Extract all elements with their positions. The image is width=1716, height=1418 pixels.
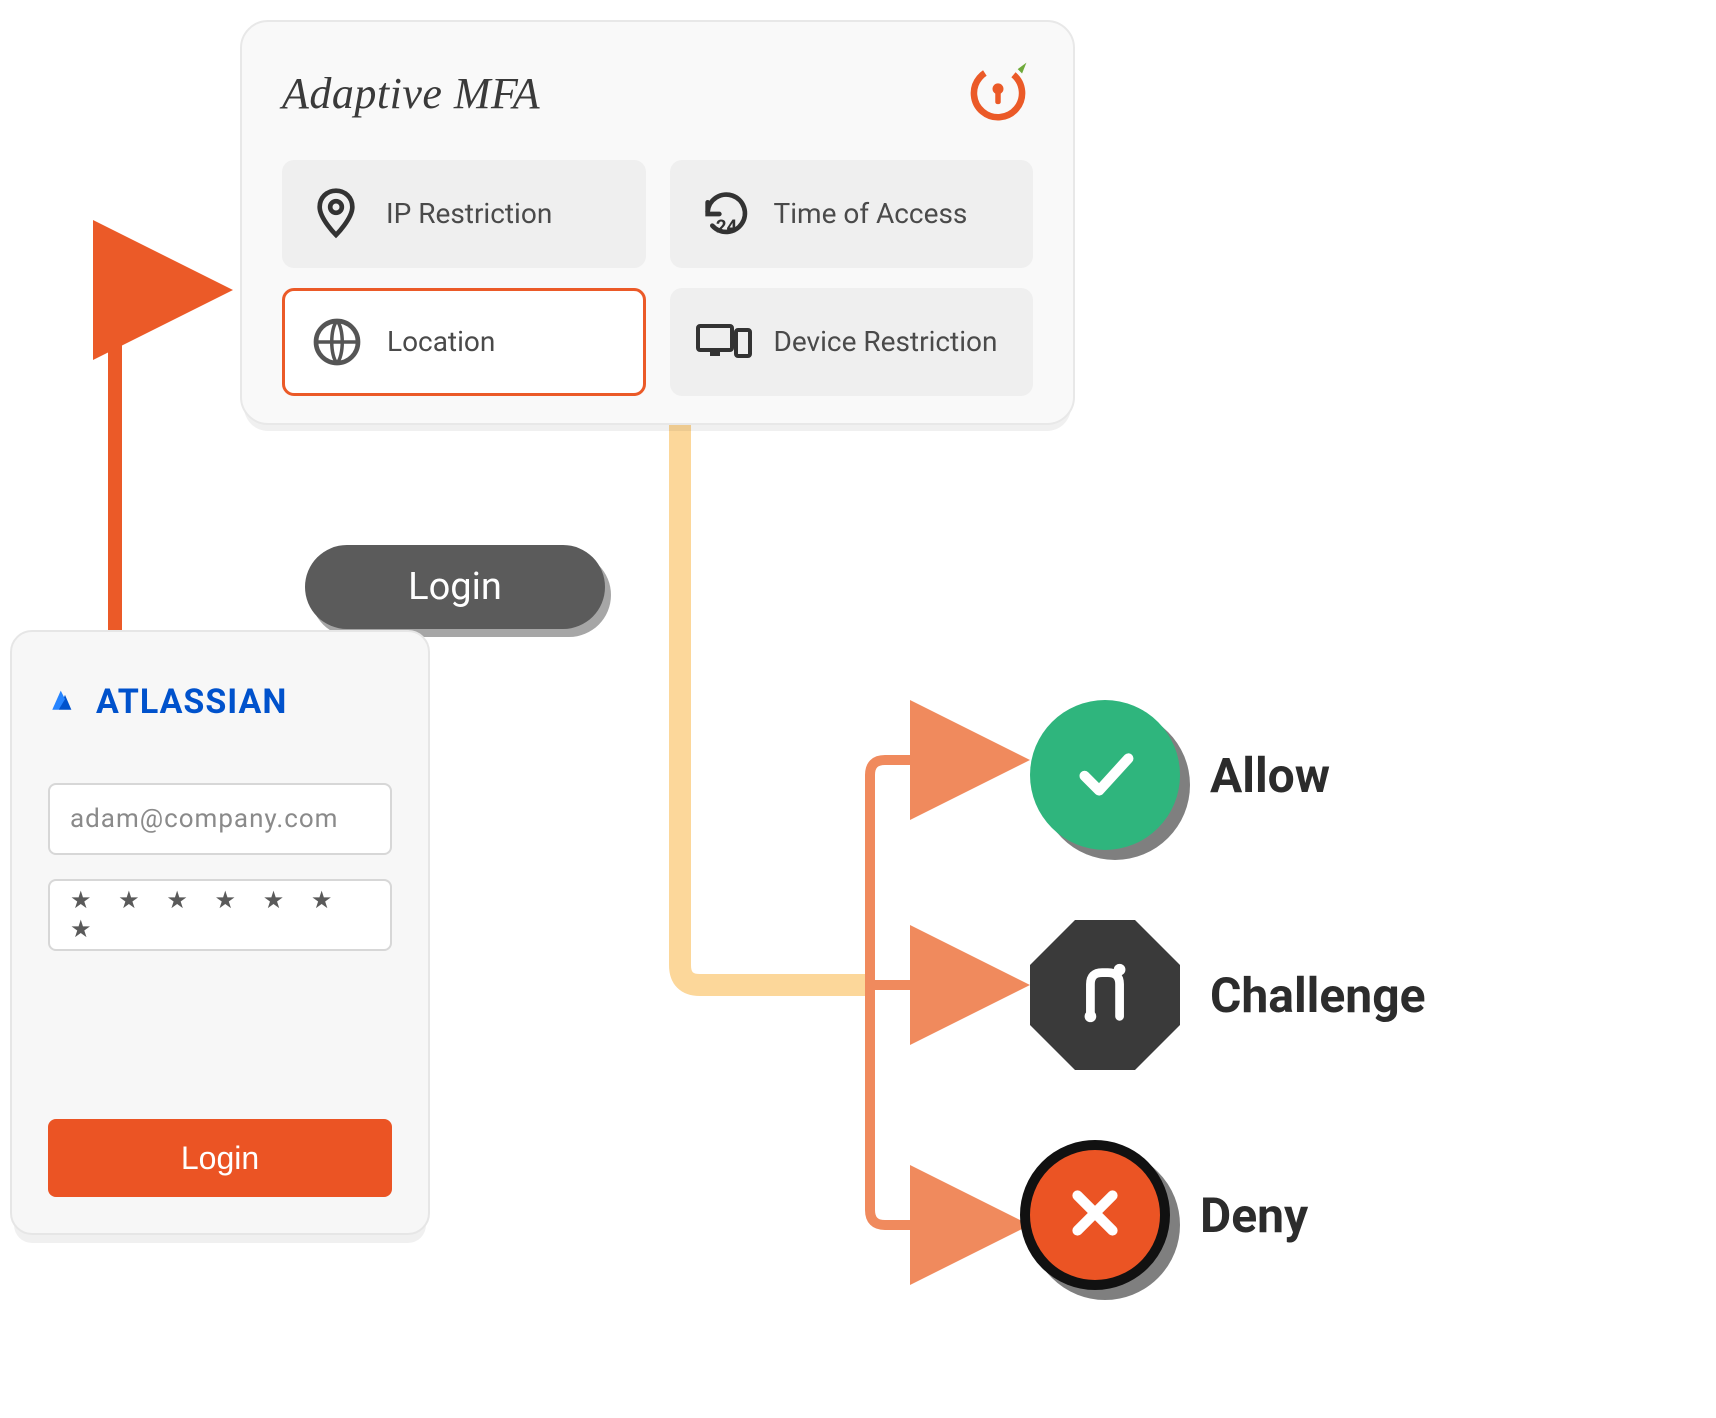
allow-badge	[1030, 700, 1180, 850]
globe-icon	[309, 314, 365, 370]
brand-name: ATLASSIAN	[96, 682, 287, 722]
mfa-chip-location[interactable]: Location	[282, 288, 646, 396]
mfa-chip-time-of-access[interactable]: 24 Time of Access	[670, 160, 1034, 268]
mfa-chip-label: IP Restriction	[386, 198, 552, 230]
svg-text:24: 24	[715, 216, 737, 238]
outcome-label: Deny	[1200, 1187, 1308, 1244]
mfa-title: Adaptive MFA	[282, 68, 540, 119]
password-mask: ★ ★ ★ ★ ★ ★ ★	[70, 886, 370, 944]
devices-icon	[696, 314, 752, 370]
outcome-allow: Allow	[1030, 700, 1330, 850]
close-icon	[1060, 1178, 1130, 1252]
mfa-chip-label: Location	[387, 326, 495, 358]
password-field[interactable]: ★ ★ ★ ★ ★ ★ ★	[48, 879, 392, 951]
email-field[interactable]: adam@company.com	[48, 783, 392, 855]
outcome-label: Challenge	[1210, 967, 1426, 1024]
challenge-badge	[1030, 920, 1180, 1070]
location-pin-icon	[308, 186, 364, 242]
login-button[interactable]: Login	[48, 1119, 392, 1197]
time-24-icon: 24	[696, 186, 752, 242]
mfa-chip-device-restriction[interactable]: Device Restriction	[670, 288, 1034, 396]
atlassian-brand: ATLASSIAN	[48, 680, 392, 723]
deny-badge	[1020, 1140, 1170, 1290]
email-value: adam@company.com	[70, 804, 338, 834]
mfa-chip-label: Device Restriction	[774, 326, 998, 358]
route-icon	[1070, 958, 1140, 1032]
check-icon	[1070, 738, 1140, 812]
atlassian-logo-icon	[48, 680, 82, 723]
outcome-deny: Deny	[1020, 1140, 1308, 1290]
outcome-label: Allow	[1210, 747, 1330, 804]
mfa-chip-label: Time of Access	[774, 198, 968, 230]
mfa-chip-ip-restriction[interactable]: IP Restriction	[282, 160, 646, 268]
login-flow-label: Login	[305, 545, 605, 629]
login-card: ATLASSIAN adam@company.com ★ ★ ★ ★ ★ ★ ★…	[10, 630, 430, 1235]
adaptive-mfa-card: Adaptive MFA IP Restriction 24	[240, 20, 1075, 425]
outcome-challenge: Challenge	[1030, 920, 1426, 1070]
miniorange-logo-icon	[963, 56, 1033, 130]
